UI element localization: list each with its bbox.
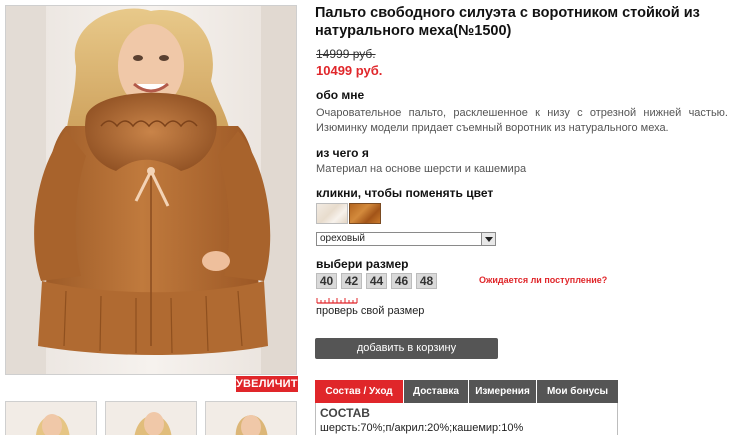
check-size-link[interactable]: проверь свой размер <box>316 305 424 317</box>
material-heading: из чего я <box>316 146 369 160</box>
old-price: 14999 руб. <box>316 47 376 61</box>
color-heading: кликни, чтобы поменять цвет <box>316 186 494 200</box>
thumbnail-2-image <box>106 402 196 435</box>
arrival-inquiry-link[interactable]: Ожидается ли поступление? <box>479 275 607 285</box>
color-swatch-light[interactable] <box>316 203 348 224</box>
tab-measurements[interactable]: Измерения <box>469 380 537 403</box>
color-select[interactable]: ореховый <box>316 232 496 246</box>
thumbnail-3-image <box>206 402 296 435</box>
thumbnail-2[interactable] <box>105 401 197 435</box>
chevron-down-icon[interactable] <box>481 233 495 245</box>
tab-panel: СОСТАВ шерсть:70%;п/акрил:20%;кашемир:10… <box>315 403 618 435</box>
info-tabs: Состав / Уход Доставка Измерения Мои бон… <box>315 380 618 403</box>
about-heading: обо мне <box>316 88 365 102</box>
material-description: Материал на основе шерсти и кашемира <box>316 163 527 175</box>
composition-text: шерсть:70%;п/акрил:20%;кашемир:10% <box>320 422 524 434</box>
size-option-48[interactable]: 48 <box>416 273 437 289</box>
thumbnail-1-image <box>6 402 96 435</box>
tab-delivery[interactable]: Доставка <box>404 380 469 403</box>
tab-composition-care[interactable]: Состав / Уход <box>315 380 404 403</box>
composition-heading: СОСТАВ <box>320 406 370 420</box>
thumbnail-3[interactable] <box>205 401 297 435</box>
product-title: Пальто свободного силуэта с воротником с… <box>315 5 700 39</box>
tab-bonuses[interactable]: Мои бонусы <box>537 380 618 403</box>
size-option-42[interactable]: 42 <box>341 273 362 289</box>
size-option-44[interactable]: 44 <box>366 273 387 289</box>
size-option-46[interactable]: 46 <box>391 273 412 289</box>
size-option-40[interactable]: 40 <box>316 273 337 289</box>
add-to-cart-button[interactable]: добавить в корзину <box>315 338 498 359</box>
sale-price: 10499 руб. <box>316 63 383 78</box>
model-coat-illustration <box>6 6 296 374</box>
about-description: Очаровательное пальто, расклешенное к ни… <box>316 107 728 134</box>
thumbnail-1[interactable] <box>5 401 97 435</box>
product-photo[interactable] <box>5 5 297 375</box>
color-select-value: ореховый <box>320 233 365 244</box>
size-heading: выбери размер <box>316 257 409 271</box>
ruler-icon <box>316 297 358 304</box>
color-swatch-walnut[interactable] <box>349 203 381 224</box>
zoom-button[interactable]: УВЕЛИЧИТЬ <box>236 376 306 392</box>
